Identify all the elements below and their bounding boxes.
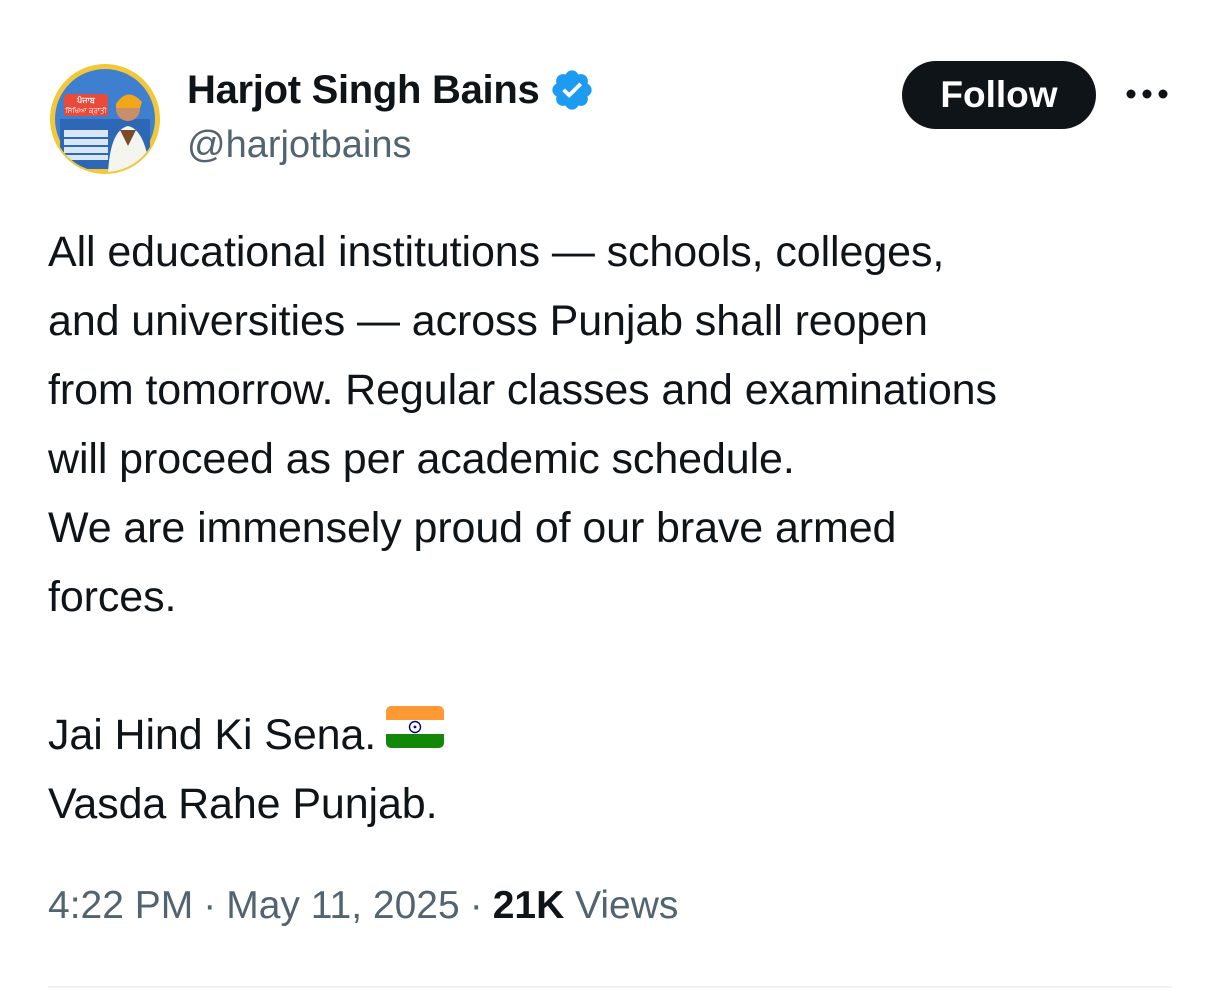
follow-button[interactable]: Follow (902, 61, 1096, 129)
tweet-text-line: We are immensely proud of our brave arme… (48, 504, 897, 552)
profile-avatar-icon: ਪੰਜਾਬ ਸਿੱਖਿਆ ਕ੍ਰਾਂਤੀ (50, 64, 160, 174)
tweet-closing-line: Vasda Rahe Punjab. (48, 780, 438, 828)
tweet-text-line: All educational institutions — schools, … (48, 228, 945, 276)
views-count[interactable]: 21K (493, 884, 565, 927)
india-flag-icon (386, 700, 445, 769)
tweet-text-line: will proceed as per academic schedule. (48, 435, 795, 483)
tweet-text-line: and universities — across Punjab shall r… (48, 297, 928, 345)
svg-text:ਸਿੱਖਿਆ ਕ੍ਰਾਂਤੀ: ਸਿੱਖਿਆ ਕ੍ਰਾਂਤੀ (64, 107, 107, 116)
name-row: Harjot Singh Bains (187, 66, 595, 114)
author-display-name[interactable]: Harjot Singh Bains (187, 68, 540, 113)
tweet-date[interactable]: May 11, 2025 (226, 884, 459, 927)
tweet-time[interactable]: 4:22 PM (48, 884, 193, 927)
avatar[interactable]: ਪੰਜਾਬ ਸਿੱਖਿਆ ਕ੍ਰਾਂਤੀ (50, 64, 160, 174)
closing-text: Jai Hind Ki Sena. (48, 711, 377, 759)
tweet-text-line: from tomorrow. Regular classes and exami… (48, 366, 997, 414)
tweet-text-line: forces. (48, 573, 177, 621)
tweet-meta: 4:22 PM · May 11, 2025 · 21K Views (48, 884, 678, 928)
meta-separator: · (203, 884, 217, 927)
more-options-button[interactable] (1122, 74, 1172, 114)
verified-badge-icon[interactable] (549, 67, 595, 113)
divider (48, 986, 1172, 988)
tweet-closing-line: Jai Hind Ki Sena. (48, 701, 1178, 770)
svg-text:ਪੰਜਾਬ: ਪੰਜਾਬ (76, 94, 96, 105)
author-info: Harjot Singh Bains @harjotbains (187, 66, 595, 167)
more-horizontal-icon (1126, 89, 1168, 99)
tweet-card: ਪੰਜਾਬ ਸਿੱਖਿਆ ਕ੍ਰਾਂਤੀ Harjot Singh Bains (0, 0, 1220, 996)
views-label: Views (575, 884, 679, 927)
tweet-header: ਪੰਜਾਬ ਸਿੱਖਿਆ ਕ੍ਰਾਂਤੀ Harjot Singh Bains (50, 61, 1180, 174)
meta-separator: · (469, 884, 483, 927)
tweet-text: All educational institutions — schools, … (48, 218, 1178, 839)
author-handle[interactable]: @harjotbains (187, 124, 595, 167)
